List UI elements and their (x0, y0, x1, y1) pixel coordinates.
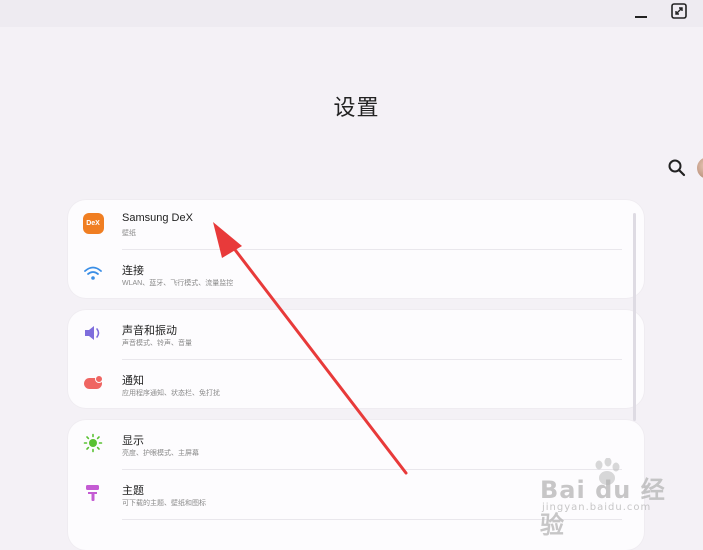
setting-item-notifications[interactable]: 通知 应用程序通知、状态栏、免打扰 (68, 360, 628, 408)
search-icon (668, 159, 686, 177)
title-bar (0, 0, 703, 27)
setting-item-sound[interactable]: 声音和振动 声音模式、铃声、音量 (68, 310, 628, 358)
search-button[interactable] (667, 158, 687, 178)
page-title: 设置 (333, 95, 380, 120)
watermark-url: jingyan.baidu.com (542, 502, 652, 513)
notification-icon (82, 372, 104, 394)
setting-title: 连接 (122, 265, 144, 277)
dex-icon-label: DeX (82, 212, 104, 234)
paint-roller-icon (82, 482, 104, 504)
setting-subtitle: 亮度、护眼模式、主屏幕 (122, 450, 199, 457)
setting-subtitle: 壁纸 (122, 230, 136, 237)
expand-icon (671, 3, 687, 19)
volume-icon (82, 322, 104, 344)
scrollbar[interactable] (633, 213, 636, 421)
setting-title: 通知 (122, 375, 144, 387)
settings-group-2: 声音和振动 声音模式、铃声、音量 通知 应用程序通知、状态栏、免打扰 (68, 310, 644, 408)
setting-item-display[interactable]: 显示 亮度、护眼模式、主屏幕 (68, 420, 628, 468)
setting-subtitle: WLAN、蓝牙、飞行模式、流量监控 (122, 280, 234, 287)
minimize-button[interactable] (632, 4, 650, 22)
setting-subtitle: 应用程序通知、状态栏、免打扰 (122, 390, 220, 397)
setting-title: 声音和振动 (122, 325, 177, 337)
setting-subtitle: 声音模式、铃声、音量 (122, 340, 192, 347)
wifi-icon (82, 262, 104, 284)
setting-item-connections[interactable]: 连接 WLAN、蓝牙、飞行模式、流量监控 (68, 250, 628, 298)
maximize-button[interactable] (671, 3, 687, 19)
sun-icon (82, 432, 104, 454)
dex-icon: DeX (82, 212, 104, 234)
watermark: Bai du 经验 jingyan.baidu.com (540, 458, 680, 539)
setting-item-samsung-dex[interactable]: DeX Samsung DeX 壁纸 (68, 200, 628, 248)
settings-group-1: DeX Samsung DeX 壁纸 连接 WLAN、蓝牙、飞行模式、流量监控 (68, 200, 644, 298)
avatar[interactable] (697, 157, 703, 179)
setting-title: Samsung DeX (122, 212, 193, 224)
setting-subtitle: 可下载的主题、壁纸和图标 (122, 500, 206, 507)
setting-title: 主题 (122, 485, 144, 497)
setting-title: 显示 (122, 435, 144, 447)
